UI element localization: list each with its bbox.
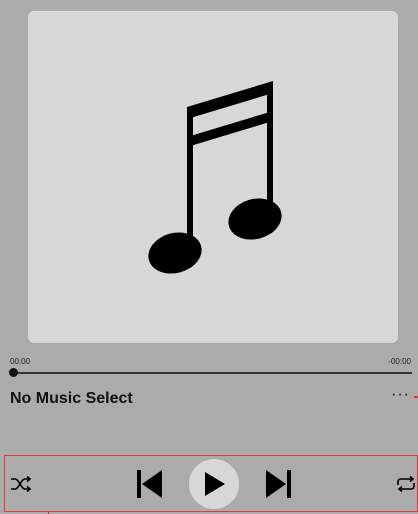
seek-bar[interactable] [12,372,412,374]
previous-icon [137,469,162,498]
time-row: 00:00 -00:00 [10,357,411,369]
remaining-time: -00:00 [388,357,411,366]
more-options-button[interactable]: ··· [391,386,410,404]
repeat-button[interactable] [395,475,417,492]
play-icon [205,471,225,496]
track-title: No Music Select [10,390,133,407]
next-button[interactable] [265,469,291,498]
album-artwork [28,11,398,343]
play-button[interactable] [189,458,239,509]
playback-controls [4,455,418,512]
repeat-icon [397,475,415,492]
music-note-icon [148,81,282,274]
previous-button[interactable] [137,469,163,498]
elapsed-time: 00:00 [10,357,31,366]
seek-thumb[interactable] [9,368,18,377]
shuffle-button[interactable] [10,475,32,492]
shuffle-icon [11,475,32,492]
accent-mark [414,396,418,398]
next-icon [266,469,291,498]
